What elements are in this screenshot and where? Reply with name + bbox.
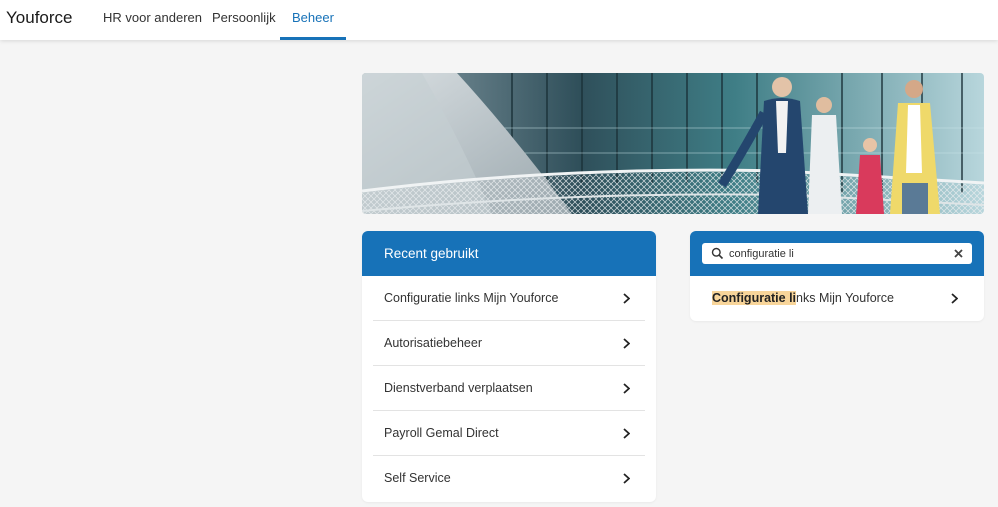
chevron-right-icon bbox=[623, 473, 630, 484]
chevron-right-icon bbox=[623, 383, 630, 394]
search-card-header bbox=[690, 231, 984, 276]
recent-item-autorisatiebeheer[interactable]: Autorisatiebeheer bbox=[362, 321, 656, 366]
search-input[interactable] bbox=[729, 245, 939, 262]
search-result-rest: nks Mijn Youforce bbox=[796, 291, 895, 305]
search-box bbox=[702, 243, 972, 264]
nav-label: Persoonlijk bbox=[212, 10, 276, 25]
search-card: Configuratie links Mijn Youforce bbox=[690, 231, 984, 321]
chevron-right-icon bbox=[623, 293, 630, 304]
recent-used-header: Recent gebruikt bbox=[362, 231, 656, 276]
hero-banner-image bbox=[362, 73, 984, 214]
list-item-label: Autorisatiebeheer bbox=[384, 336, 482, 350]
chevron-right-icon bbox=[623, 338, 630, 349]
search-result-label: Configuratie links Mijn Youforce bbox=[712, 291, 894, 305]
search-match-highlight: Configuratie li bbox=[712, 291, 797, 305]
brand-logo[interactable]: Youforce bbox=[6, 8, 72, 28]
recent-item-self-service[interactable]: Self Service bbox=[362, 456, 656, 501]
list-item-label: Configuratie links Mijn Youforce bbox=[384, 291, 559, 305]
recent-item-payroll-gemal-direct[interactable]: Payroll Gemal Direct bbox=[362, 411, 656, 456]
nav-label: HR voor anderen bbox=[103, 10, 202, 25]
recent-item-configuratie-links[interactable]: Configuratie links Mijn Youforce bbox=[362, 276, 656, 321]
active-tab-indicator bbox=[280, 37, 346, 40]
chevron-right-icon bbox=[623, 428, 630, 439]
recent-item-dienstverband-verplaatsen[interactable]: Dienstverband verplaatsen bbox=[362, 366, 656, 411]
recent-used-title: Recent gebruikt bbox=[384, 246, 479, 261]
chevron-right-icon bbox=[951, 293, 958, 304]
list-item-label: Dienstverband verplaatsen bbox=[384, 381, 533, 395]
search-result-item[interactable]: Configuratie links Mijn Youforce bbox=[690, 276, 984, 321]
nav-label: Beheer bbox=[292, 10, 334, 25]
nav-persoonlijk[interactable]: Persoonlijk bbox=[212, 0, 276, 40]
close-icon[interactable] bbox=[953, 248, 964, 259]
list-item-label: Self Service bbox=[384, 471, 451, 485]
nav-hr-voor-anderen[interactable]: HR voor anderen bbox=[103, 0, 202, 40]
nav-beheer[interactable]: Beheer bbox=[280, 0, 346, 40]
search-icon bbox=[711, 247, 724, 260]
top-navigation-bar: Youforce HR voor anderen Persoonlijk Beh… bbox=[0, 0, 998, 40]
list-item-label: Payroll Gemal Direct bbox=[384, 426, 499, 440]
recent-used-card: Recent gebruikt Configuratie links Mijn … bbox=[362, 231, 656, 502]
